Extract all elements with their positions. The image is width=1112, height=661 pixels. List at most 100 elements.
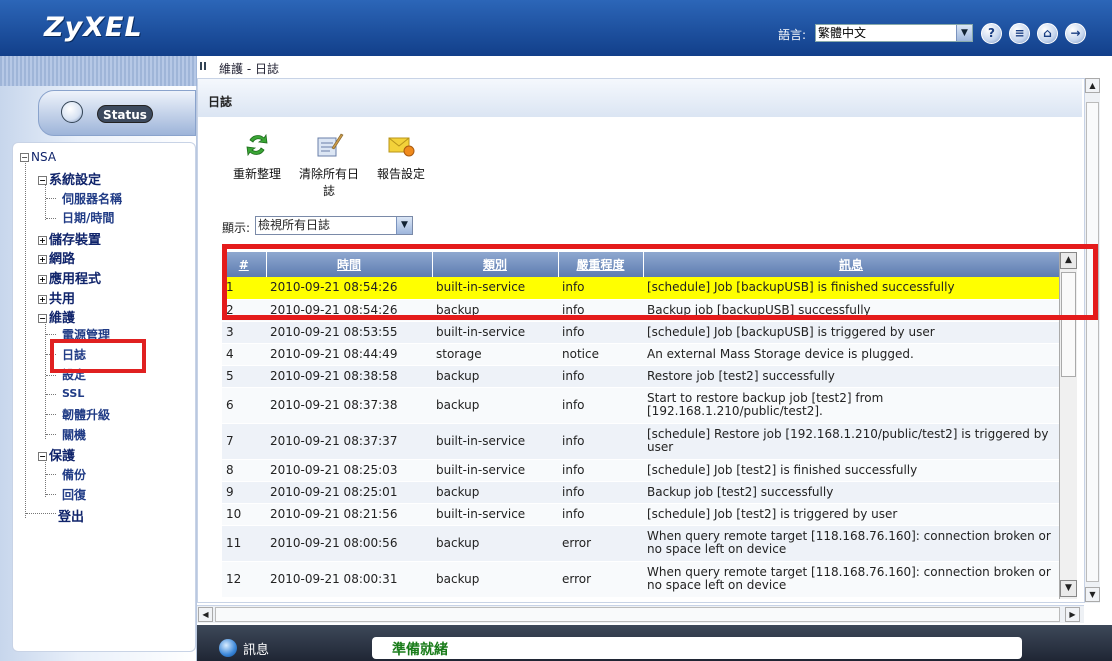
page-title: 日誌 [198, 79, 1082, 117]
tree-item-applications[interactable]: + 應用程式 [38, 268, 101, 287]
tree-branch [46, 375, 56, 376]
cell-number: 8 [222, 459, 266, 482]
table-row[interactable]: 6 2010-09-21 08:37:38 backup info Start … [222, 387, 1059, 424]
cell-category: built-in-service [432, 459, 558, 482]
table-row[interactable]: 12 2010-09-21 08:00:31 backup error When… [222, 561, 1059, 598]
notes-icon[interactable]: ≡ [1009, 23, 1030, 44]
tree-item-shutdown[interactable]: 關機 [62, 426, 86, 443]
tree-branch [46, 414, 56, 415]
table-row[interactable]: 4 2010-09-21 08:44:49 storage notice An … [222, 343, 1059, 366]
tree-branch [46, 198, 56, 199]
collapse-icon[interactable]: − [38, 176, 47, 185]
tree-branch [46, 334, 56, 335]
cell-number: 9 [222, 481, 266, 504]
report-settings-button[interactable]: 報告設定 [372, 132, 430, 182]
table-row[interactable]: 5 2010-09-21 08:38:58 backup info Restor… [222, 365, 1059, 388]
table-row[interactable]: 3 2010-09-21 08:53:55 built-in-service i… [222, 321, 1059, 344]
cell-severity: notice [558, 343, 643, 366]
language-select[interactable]: 繁體中文 ▼ [815, 24, 973, 42]
cell-category: backup [432, 561, 558, 598]
logout-icon[interactable]: → [1065, 23, 1086, 44]
scroll-up-icon[interactable]: ▲ [1085, 78, 1100, 93]
filter-label: 顯示: [222, 221, 251, 235]
scroll-down-icon[interactable]: ▼ [1085, 587, 1100, 602]
tree-item-protection[interactable]: − 保護 [38, 445, 75, 464]
chevron-down-icon[interactable]: ▼ [956, 25, 972, 41]
cell-number: 7 [222, 423, 266, 460]
status-tab[interactable]: Status [38, 90, 196, 136]
cell-time: 2010-09-21 08:37:37 [266, 423, 432, 460]
language-label: 語言: [778, 28, 807, 42]
highlight-annotation [222, 244, 1098, 320]
status-bar: 訊息 準備就緒 [197, 625, 1112, 661]
help-icon[interactable]: ? [981, 23, 1002, 44]
expand-icon[interactable]: + [38, 236, 47, 245]
tree-branch [46, 434, 56, 435]
report-label: 報告設定 [376, 167, 425, 181]
tree-item-network[interactable]: + 網路 [38, 248, 75, 267]
horizontal-scrollbar[interactable]: ◀ ▶ [197, 605, 1084, 623]
tree-line [25, 160, 26, 518]
tree-item-storage[interactable]: + 儲存裝置 [38, 229, 101, 248]
cell-category: built-in-service [432, 321, 558, 344]
scroll-thumb[interactable] [215, 607, 1060, 622]
cell-category: backup [432, 481, 558, 504]
scroll-down-icon[interactable]: ▼ [1060, 580, 1077, 597]
refresh-icon [246, 133, 268, 157]
selected-item-annotation [50, 339, 146, 373]
tree-root-nsa[interactable]: − NSA [20, 150, 56, 164]
chevron-down-icon[interactable]: ▼ [396, 217, 412, 234]
cell-severity: error [558, 561, 643, 598]
expand-icon[interactable]: + [38, 275, 47, 284]
cell-time: 2010-09-21 08:44:49 [266, 343, 432, 366]
cell-severity: info [558, 365, 643, 388]
status-icon [61, 101, 83, 123]
cell-time: 2010-09-21 08:25:03 [266, 459, 432, 482]
tree-item-firmware-upgrade[interactable]: 韌體升級 [62, 406, 110, 423]
refresh-button[interactable]: 重新整理 [228, 132, 286, 182]
clear-label-line2: 誌 [322, 184, 335, 198]
cell-time: 2010-09-21 08:53:55 [266, 321, 432, 344]
table-row[interactable]: 11 2010-09-21 08:00:56 backup error When… [222, 525, 1059, 562]
cell-category: storage [432, 343, 558, 366]
tree-item-backup[interactable]: 備份 [62, 466, 86, 483]
tree-item-date-time[interactable]: 日期/時間 [62, 209, 114, 226]
clear-all-logs-button[interactable]: 清除所有日 誌 [294, 132, 364, 199]
mail-settings-icon [388, 137, 415, 157]
table-row[interactable]: 7 2010-09-21 08:37:37 built-in-service i… [222, 423, 1059, 460]
tree-item-restore[interactable]: 回復 [62, 486, 86, 503]
expand-icon[interactable]: + [38, 255, 47, 264]
cell-severity: info [558, 503, 643, 526]
collapse-icon[interactable]: − [38, 314, 47, 323]
tree-item-server-name[interactable]: 伺服器名稱 [62, 190, 122, 207]
tree-item-ssl[interactable]: SSL [62, 387, 84, 400]
collapse-icon[interactable]: − [38, 452, 47, 461]
collapse-icon[interactable]: − [20, 153, 29, 162]
log-filter-select[interactable]: 檢視所有日誌 ▼ [255, 216, 413, 235]
tree-line [45, 321, 46, 439]
cell-number: 12 [222, 561, 266, 598]
message-label: 訊息 [243, 643, 270, 658]
table-row[interactable]: 10 2010-09-21 08:21:56 built-in-service … [222, 503, 1059, 526]
tree-item-maintenance[interactable]: − 維護 [38, 307, 75, 326]
scroll-thumb[interactable] [1086, 102, 1099, 582]
scroll-left-icon[interactable]: ◀ [198, 607, 213, 622]
home-icon[interactable]: ⌂ [1037, 23, 1058, 44]
table-row[interactable]: 9 2010-09-21 08:25:01 backup info Backup… [222, 481, 1059, 504]
cell-severity: error [558, 525, 643, 562]
cell-severity: info [558, 481, 643, 504]
table-row[interactable]: 8 2010-09-21 08:25:03 built-in-service i… [222, 459, 1059, 482]
tree-branch [46, 474, 56, 475]
cell-time: 2010-09-21 08:00:56 [266, 525, 432, 562]
expand-icon[interactable]: + [38, 295, 47, 304]
sidebar-pattern [0, 56, 197, 86]
tree-line [45, 459, 46, 497]
cell-number: 11 [222, 525, 266, 562]
tree-branch [46, 394, 56, 395]
cell-category: backup [432, 365, 558, 388]
tree-item-logout[interactable]: 登出 [58, 506, 84, 525]
page-vertical-scrollbar[interactable]: ▲ ▼ [1084, 78, 1100, 603]
scroll-right-icon[interactable]: ▶ [1065, 607, 1080, 622]
tree-item-system-settings[interactable]: − 系統設定 [38, 169, 101, 188]
tree-item-sharing[interactable]: + 共用 [38, 288, 75, 307]
